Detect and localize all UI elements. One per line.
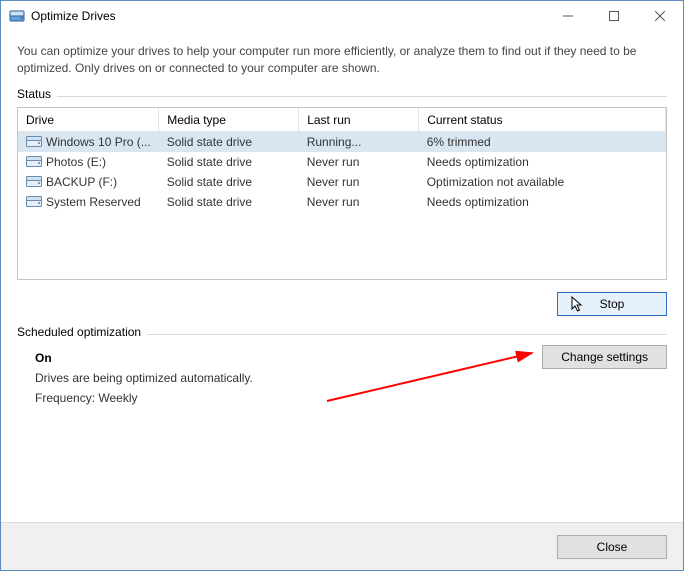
bottom-bar: Close: [1, 522, 683, 570]
drive-name: Windows 10 Pro (...: [46, 135, 151, 149]
status-group: Status: [17, 96, 667, 97]
media-type: Solid state drive: [159, 152, 299, 172]
col-media[interactable]: Media type: [159, 108, 299, 132]
drive-icon: [26, 156, 42, 168]
table-row[interactable]: Photos (E:) Solid state driveNever runNee…: [18, 152, 666, 172]
scheduled-group: Scheduled optimization: [17, 334, 667, 335]
close-button[interactable]: Close: [557, 535, 667, 559]
drives-table: Drive Media type Last run Current status…: [18, 108, 666, 213]
last-run: Running...: [299, 132, 419, 153]
current-status: Needs optimization: [419, 152, 666, 172]
current-status: 6% trimmed: [419, 132, 666, 153]
media-type: Solid state drive: [159, 172, 299, 192]
drives-listview[interactable]: Drive Media type Last run Current status…: [17, 107, 667, 280]
scheduled-freq: Frequency: Weekly: [35, 391, 667, 405]
minimize-button[interactable]: [545, 1, 591, 31]
app-icon: [9, 8, 25, 24]
table-row[interactable]: System Reserved Solid state driveNever ru…: [18, 192, 666, 212]
drive-icon: [26, 196, 42, 208]
titlebar: Optimize Drives: [1, 1, 683, 31]
col-lastrun[interactable]: Last run: [299, 108, 419, 132]
status-label: Status: [17, 87, 57, 101]
last-run: Never run: [299, 152, 419, 172]
change-settings-button[interactable]: Change settings: [542, 345, 667, 369]
table-row[interactable]: BACKUP (F:) Solid state driveNever runOpt…: [18, 172, 666, 192]
drive-icon: [26, 136, 42, 148]
col-drive[interactable]: Drive: [18, 108, 159, 132]
scheduled-label: Scheduled optimization: [17, 325, 147, 339]
maximize-button[interactable]: [591, 1, 637, 31]
drive-name: BACKUP (F:): [46, 175, 117, 189]
last-run: Never run: [299, 192, 419, 212]
close-window-button[interactable]: [637, 1, 683, 31]
scheduled-body: On Drives are being optimized automatica…: [17, 345, 667, 419]
content-area: You can optimize your drives to help you…: [1, 31, 683, 419]
media-type: Solid state drive: [159, 132, 299, 153]
last-run: Never run: [299, 172, 419, 192]
drive-icon: [26, 176, 42, 188]
intro-text: You can optimize your drives to help you…: [17, 43, 667, 78]
table-header-row: Drive Media type Last run Current status: [18, 108, 666, 132]
drive-name: System Reserved: [46, 195, 141, 209]
col-status[interactable]: Current status: [419, 108, 666, 132]
current-status: Optimization not available: [419, 172, 666, 192]
stop-button[interactable]: Stop: [557, 292, 667, 316]
media-type: Solid state drive: [159, 192, 299, 212]
scheduled-desc: Drives are being optimized automatically…: [35, 371, 667, 385]
action-button-row: Stop: [17, 292, 667, 316]
window-title: Optimize Drives: [31, 9, 116, 23]
table-row[interactable]: Windows 10 Pro (... Solid state driveRunn…: [18, 132, 666, 153]
drive-name: Photos (E:): [46, 155, 106, 169]
current-status: Needs optimization: [419, 192, 666, 212]
